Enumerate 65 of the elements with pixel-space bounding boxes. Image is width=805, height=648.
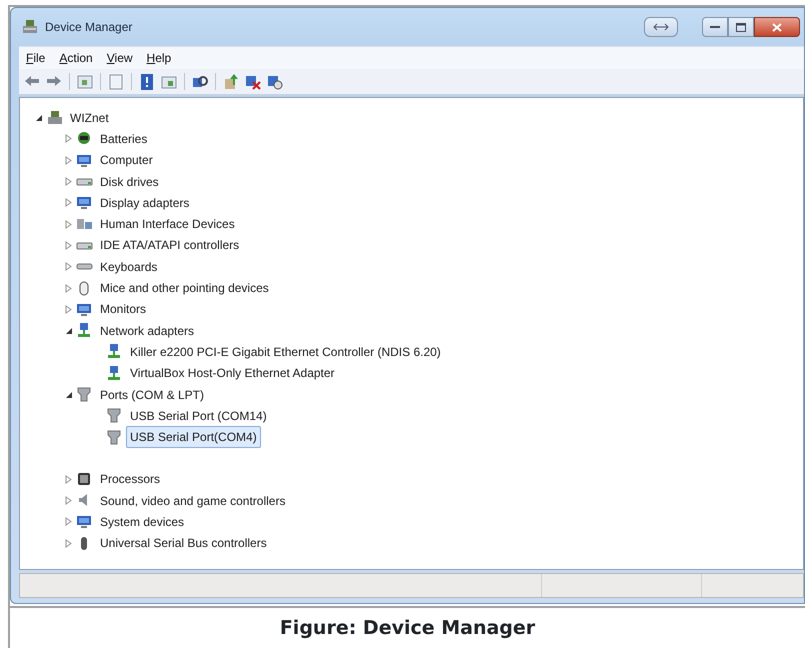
tree-item[interactable]: Computer	[96, 149, 157, 172]
expand-arrow-icon[interactable]	[64, 240, 73, 250]
computer-icon	[76, 194, 93, 212]
expand-arrow-icon[interactable]	[64, 156, 73, 165]
collapse-arrow-icon[interactable]	[64, 390, 73, 399]
tree-item[interactable]: Human Interface Devices	[96, 213, 239, 236]
tree-item[interactable]: Monitors	[96, 298, 150, 320]
network-icon	[106, 364, 123, 382]
expand-arrow-icon[interactable]	[64, 538, 73, 548]
expand-arrow-icon[interactable]	[64, 134, 73, 144]
tree-item[interactable]: Killer e2200 PCI-E Gigabit Ethernet Controller (NDIS 6.20)	[126, 340, 445, 363]
computer-icon	[21, 19, 39, 35]
port-icon	[106, 407, 123, 424]
tree-item[interactable]: Sound, video and game controllers	[96, 490, 290, 512]
double-arrow-icon	[653, 23, 669, 31]
expand-arrow-icon[interactable]	[64, 220, 73, 229]
update-button[interactable]	[222, 72, 240, 90]
close-icon	[772, 22, 782, 32]
tree-item[interactable]: Processors	[96, 468, 164, 490]
tree-item[interactable]: USB Serial Port(COM4)	[126, 426, 261, 448]
expand-arrow-icon[interactable]	[64, 304, 73, 314]
computer-icon	[46, 109, 63, 126]
resize-button[interactable]	[644, 17, 678, 37]
tree-item[interactable]: IDE ATA/ATAPI controllers	[96, 234, 244, 256]
expand-arrow-icon[interactable]	[64, 284, 73, 293]
expand-arrow-icon[interactable]	[64, 474, 73, 484]
collapse-arrow-icon[interactable]	[64, 326, 73, 336]
expand-arrow-icon[interactable]	[64, 517, 73, 526]
maximize-icon	[736, 22, 746, 32]
window-title: Device Manager	[45, 19, 132, 36]
tree-item[interactable]: Disk drives	[96, 170, 163, 193]
tree-item[interactable]: Display adapters	[96, 192, 194, 214]
network-icon	[76, 322, 93, 340]
tree-item[interactable]: Network adapters	[96, 320, 198, 342]
menu-item[interactable]: File	[19, 48, 52, 68]
close-button[interactable]	[754, 17, 800, 37]
port-icon	[106, 428, 123, 446]
menu-item[interactable]: Action	[52, 48, 100, 68]
tree-item[interactable]: System devices	[96, 511, 188, 533]
expand-arrow-icon[interactable]	[64, 177, 73, 186]
window-button[interactable]	[76, 72, 94, 90]
collapse-arrow-icon[interactable]	[34, 113, 43, 122]
document-button[interactable]	[107, 72, 125, 90]
menu-item[interactable]: Help	[140, 48, 178, 68]
tree-item[interactable]: Ports (COM & LPT)	[96, 384, 208, 406]
figure-caption: Figure: Device Manager	[10, 606, 805, 642]
maximize-button[interactable]	[728, 17, 754, 37]
minimize-icon	[710, 25, 720, 29]
port-icon	[76, 386, 93, 403]
menu-item[interactable]: View	[100, 48, 140, 68]
tree-item[interactable]: USB Serial Port (COM14)	[126, 404, 271, 427]
expand-arrow-icon[interactable]	[64, 262, 73, 272]
chip-icon	[76, 470, 93, 488]
network-icon	[106, 343, 123, 360]
expand-arrow-icon[interactable]	[64, 496, 73, 506]
help-button[interactable]	[138, 72, 156, 90]
computer-icon	[76, 513, 93, 530]
minimize-button[interactable]	[702, 17, 728, 37]
tree-item[interactable]: VirtualBox Host-Only Ethernet Adapter	[126, 362, 339, 384]
tree-item[interactable]: WIZnet	[66, 106, 113, 129]
tree-item[interactable]: Mice and other pointing devices	[96, 277, 273, 300]
tree-item[interactable]: Batteries	[96, 128, 152, 150]
expand-arrow-icon[interactable]	[64, 198, 73, 208]
tree-item[interactable]: Universal Serial Bus controllers	[96, 532, 271, 554]
tree-item[interactable]: Keyboards	[96, 256, 162, 278]
